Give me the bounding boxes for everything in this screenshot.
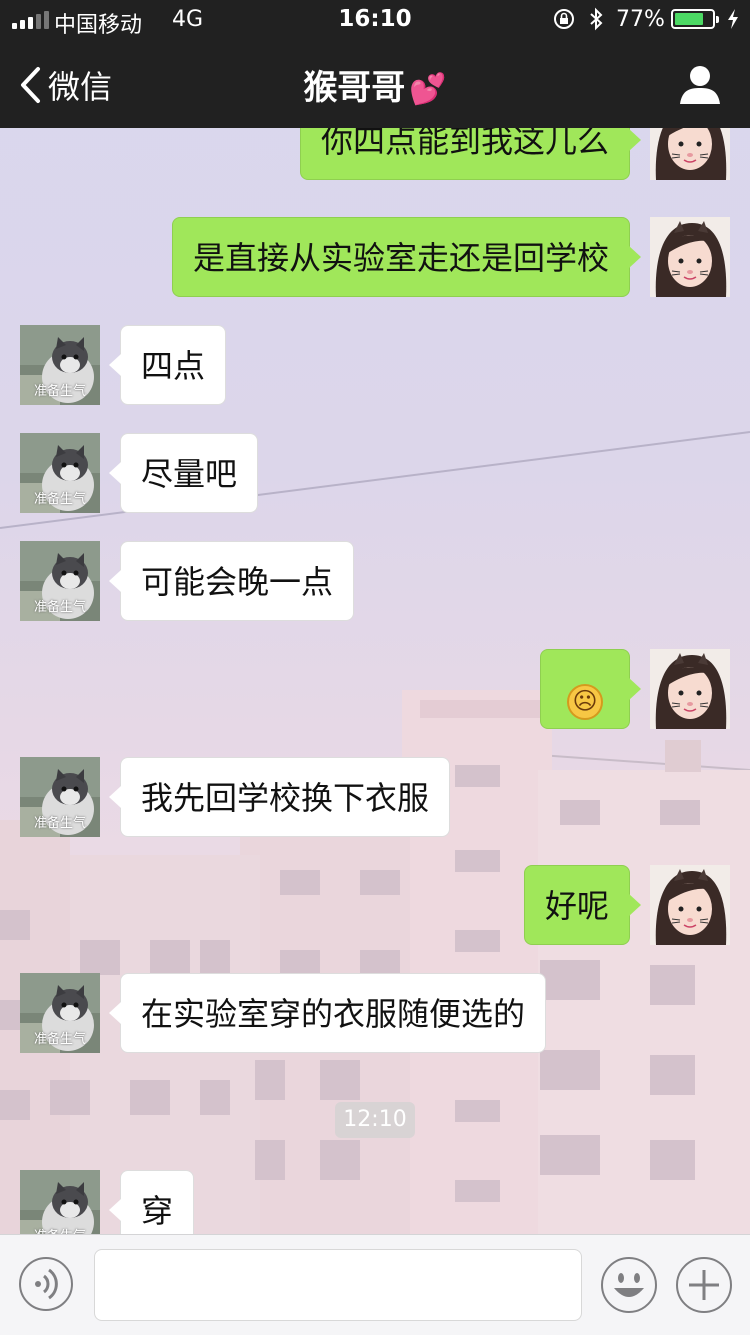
battery-percent: 77% [616, 7, 665, 32]
battery-icon [671, 9, 719, 29]
received-message-bubble[interactable]: 尽量吧 [108, 433, 259, 513]
received-message-bubble[interactable]: 我先回学校换下衣服 [108, 757, 451, 837]
avatar-caption: 准备生气 [33, 384, 86, 399]
sent-message-bubble[interactable]: 好呢 [523, 865, 642, 945]
frowning-face-emoji: ☹ [567, 684, 603, 720]
chat-area[interactable]: 你四点能到我这儿么 是直接从实验室走还是回学校 准备生气 四点 准备生气 尽量吧… [0, 128, 750, 1234]
message-row-received: 准备生气 尽量吧 [0, 433, 750, 513]
message-input[interactable] [94, 1249, 582, 1321]
contact-avatar[interactable]: 准备生气 [20, 757, 100, 837]
received-message-bubble[interactable]: 四点 [108, 325, 227, 405]
avatar-caption: 准备生气 [33, 600, 86, 615]
navigation-bar: 微信 猴哥哥 💕 [0, 40, 750, 128]
avatar-caption: 准备生气 [33, 492, 86, 507]
rotation-lock-icon [554, 9, 574, 29]
my-avatar[interactable] [650, 217, 730, 297]
message-row-received: 准备生气 穿 [0, 1170, 750, 1234]
message-row-sent: 是直接从实验室走还是回学校 [0, 217, 750, 297]
contact-avatar[interactable]: 准备生气 [20, 973, 100, 1053]
message-row-sent: ☹ [0, 649, 750, 729]
my-avatar[interactable] [650, 128, 730, 180]
received-message-bubble[interactable]: 在实验室穿的衣服随便选的 [108, 973, 547, 1053]
status-bar: 中国移动 4G 16:10 77% [0, 0, 750, 40]
sent-message-bubble[interactable]: ☹ [540, 649, 641, 729]
message-row-received: 准备生气 可能会晚一点 [0, 541, 750, 621]
message-row-received: 准备生气 我先回学校换下衣服 [0, 757, 750, 837]
voice-icon[interactable] [18, 1256, 74, 1312]
my-avatar[interactable] [650, 865, 730, 945]
sent-message-bubble[interactable]: 你四点能到我这儿么 [299, 128, 642, 180]
chat-title: 猴哥哥 💕 [0, 60, 750, 109]
my-avatar[interactable] [650, 649, 730, 729]
avatar-caption: 准备生气 [20, 1225, 100, 1234]
person-icon[interactable] [678, 62, 722, 106]
message-row-received: 准备生气 在实验室穿的衣服随便选的 [0, 973, 750, 1053]
contact-avatar[interactable]: 准备生气 [20, 433, 100, 513]
message-row-sent: 好呢 [0, 865, 750, 945]
contact-avatar[interactable]: 准备生气 [20, 541, 100, 621]
received-message-bubble[interactable]: 可能会晚一点 [108, 541, 355, 621]
hearts-emoji: 💕 [409, 72, 447, 107]
charging-icon [728, 9, 738, 29]
received-message-bubble[interactable]: 穿 [108, 1170, 195, 1234]
contact-name: 猴哥哥 [303, 68, 406, 108]
message-row-received: 准备生气 四点 [0, 325, 750, 405]
message-row-sent: 你四点能到我这儿么 [0, 128, 750, 180]
contact-avatar[interactable]: 准备生气 [20, 1170, 100, 1234]
bluetooth-icon [590, 7, 603, 31]
plus-icon[interactable] [675, 1256, 733, 1314]
contact-avatar[interactable]: 准备生气 [20, 325, 100, 405]
sent-message-bubble[interactable]: 是直接从实验室走还是回学校 [171, 217, 642, 297]
avatar-caption: 准备生气 [33, 1032, 86, 1047]
message-timestamp: 12:10 [335, 1102, 415, 1138]
avatar-caption: 准备生气 [33, 816, 86, 831]
emoji-icon[interactable] [600, 1256, 658, 1314]
input-bar [0, 1234, 750, 1335]
